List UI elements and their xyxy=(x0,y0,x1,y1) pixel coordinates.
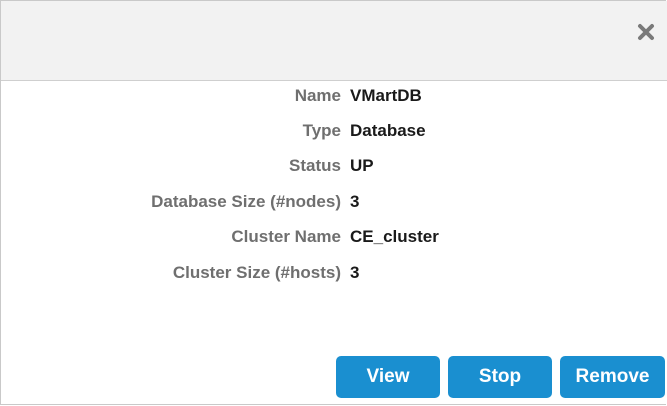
database-detail-dialog: Name VMartDB Type Database Status UP Dat… xyxy=(0,0,667,405)
detail-value: UP xyxy=(350,156,374,175)
detail-label: Status xyxy=(289,156,341,175)
dialog-header xyxy=(1,1,667,81)
detail-value: 3 xyxy=(350,192,360,211)
remove-button[interactable]: Remove xyxy=(560,356,665,398)
close-icon[interactable] xyxy=(637,23,655,41)
detail-row-status: Status UP xyxy=(1,153,667,179)
detail-value: CE_cluster xyxy=(350,227,439,246)
stop-button[interactable]: Stop xyxy=(448,356,552,398)
detail-label: Type xyxy=(302,121,341,140)
detail-label: Name xyxy=(294,86,341,105)
detail-value: Database xyxy=(350,121,426,140)
view-button[interactable]: View xyxy=(336,356,440,398)
detail-label: Cluster Name xyxy=(231,227,341,246)
detail-value: VMartDB xyxy=(350,86,422,105)
detail-label: Database Size (#nodes) xyxy=(151,192,341,211)
detail-label: Cluster Size (#hosts) xyxy=(172,263,341,282)
detail-row-name: Name VMartDB xyxy=(1,83,667,109)
detail-row-type: Type Database xyxy=(1,118,667,144)
detail-row-database-size: Database Size (#nodes) 3 xyxy=(1,189,667,215)
detail-value: 3 xyxy=(350,263,360,282)
detail-row-cluster-name: Cluster Name CE_cluster xyxy=(1,224,667,250)
detail-row-cluster-size: Cluster Size (#hosts) 3 xyxy=(1,260,667,286)
